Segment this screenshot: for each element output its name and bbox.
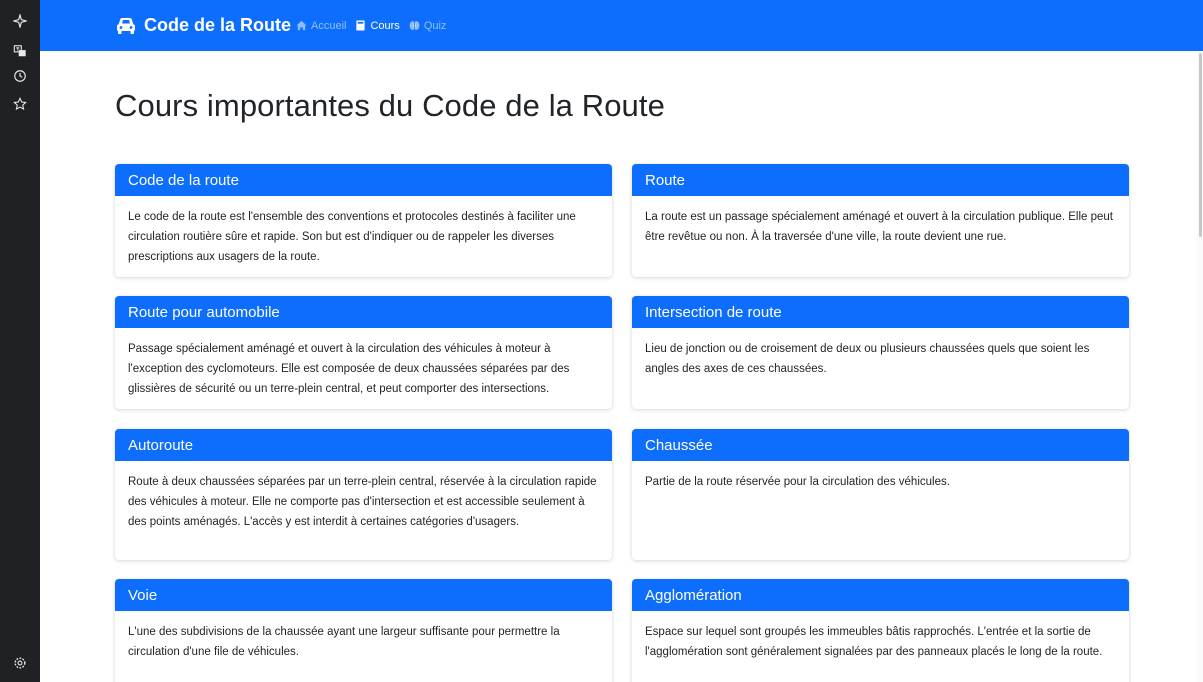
course-card: Autoroute Route à deux chaussées séparée…	[115, 429, 612, 560]
card-header: Intersection de route	[632, 296, 1129, 328]
nav-link-quiz[interactable]: Quiz	[409, 19, 447, 32]
book-icon	[356, 20, 366, 31]
translate-icon[interactable]	[9, 41, 31, 61]
course-card: Agglomération Espace sur lequel sont gro…	[632, 579, 1129, 682]
course-card: Intersection de route Lieu de jonction o…	[632, 296, 1129, 409]
home-icon	[296, 20, 307, 31]
card-body: Espace sur lequel sont groupés les immeu…	[645, 626, 1103, 658]
brand-link[interactable]: Code de la Route	[116, 0, 291, 51]
app-window: Code de la Route Accueil Cours Quiz Cour…	[0, 0, 1203, 682]
course-card: Route pour automobile Passage spécialeme…	[115, 296, 612, 409]
card-header: Voie	[115, 579, 612, 611]
card-body: Passage spécialement aménagé et ouvert à…	[128, 343, 570, 395]
scrollbar-thumb[interactable]	[1199, 53, 1202, 237]
course-card: Chaussée Partie de la route réservée pou…	[632, 429, 1129, 560]
nav-link-label: Accueil	[311, 19, 347, 32]
nav-link-label: Quiz	[423, 19, 447, 32]
card-body: La route est un passage spécialement amé…	[645, 211, 1113, 243]
card-body: Route à deux chaussées séparées par un t…	[128, 476, 597, 528]
course-card: Route La route est un passage spécialeme…	[632, 164, 1129, 277]
top-navbar: Code de la Route Accueil Cours Quiz	[40, 0, 1203, 51]
card-body: Partie de la route réservée pour la circ…	[645, 476, 950, 488]
course-card: Voie L'une des subdivisions de la chauss…	[115, 579, 612, 682]
browser-side-rail	[0, 0, 40, 682]
card-header: Chaussée	[632, 429, 1129, 461]
brand-label: Code de la Route	[144, 15, 292, 35]
nav-links: Accueil Cours Quiz	[296, 0, 446, 51]
card-header: Route	[632, 164, 1129, 196]
sparkle-icon[interactable]	[9, 11, 31, 31]
page-title: Cours importantes du Code de la Route	[115, 88, 665, 123]
history-icon[interactable]	[9, 66, 31, 86]
card-body: L'une des subdivisions de la chaussée ay…	[128, 626, 560, 658]
card-header: Agglomération	[632, 579, 1129, 611]
nav-link-label: Cours	[370, 19, 400, 32]
brain-icon	[409, 21, 420, 30]
card-header: Code de la route	[115, 164, 612, 196]
card-body: Lieu de jonction ou de croisement de deu…	[645, 343, 1090, 375]
course-card: Code de la route Le code de la route est…	[115, 164, 612, 277]
card-body: Le code de la route est l'ensemble des c…	[128, 211, 576, 263]
star-icon[interactable]	[9, 94, 31, 114]
card-header: Route pour automobile	[115, 296, 612, 328]
nav-link-cours[interactable]: Cours	[355, 19, 400, 32]
settings-icon[interactable]	[9, 653, 31, 673]
card-header: Autoroute	[115, 429, 612, 461]
nav-link-accueil[interactable]: Accueil	[296, 20, 346, 32]
car-icon	[117, 17, 135, 34]
